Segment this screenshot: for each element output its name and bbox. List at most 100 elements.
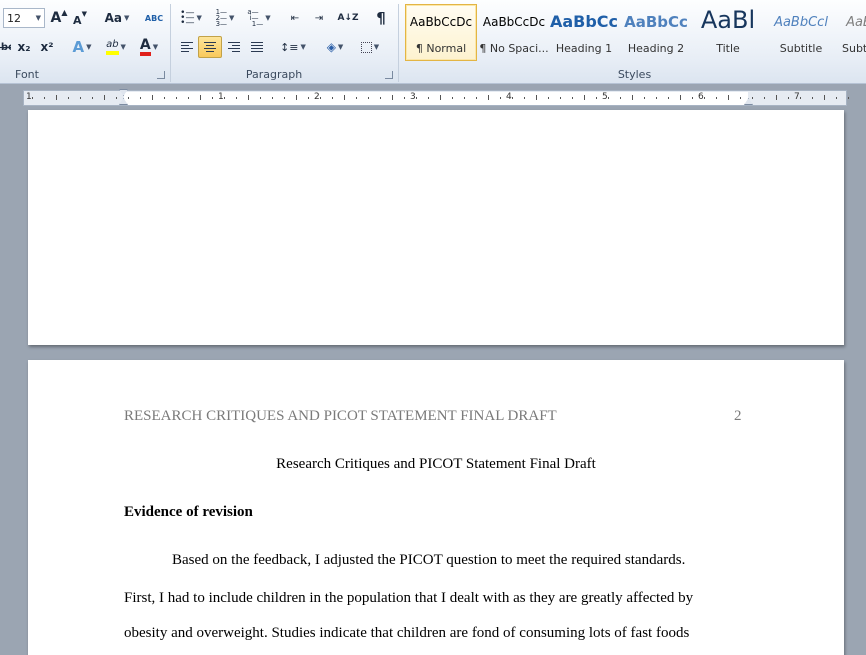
ruler-tick [740,97,741,99]
body-text-line: First, I had to include children in the … [124,590,694,606]
grow-font-button[interactable]: A ▲ [49,7,69,29]
font-dialog-launcher-icon[interactable] [157,71,165,79]
style-title[interactable]: AaBl Title [692,4,764,61]
decrease-indent-icon: ⇤ [290,12,300,24]
ruler-tick [452,97,453,99]
align-right-icon [228,42,240,52]
paragraph-dialog-launcher-icon[interactable] [385,71,393,79]
ruler-tick [644,97,645,99]
ruler-tick [32,97,33,99]
ruler-tick [536,95,537,100]
ruler-tick [488,95,489,100]
style-subtle-emphasis[interactable]: AaBbCcl Subtl [837,4,866,61]
ruler-tick [836,97,837,99]
ruler-tick [584,95,585,100]
ruler-tick [188,97,189,99]
multilevel-list-icon: a— i— 1— [247,8,264,28]
style-no-spacing[interactable]: AaBbCcDc ¶ No Spaci... [478,4,550,61]
ruler-tick [668,97,669,99]
align-left-button[interactable] [176,36,198,58]
text-effects-button[interactable]: A ▼ [68,36,96,58]
ruler-tick [428,97,429,99]
highlighter-icon: ab [106,39,119,55]
document-page[interactable]: RESEARCH CRITIQUES AND PICOT STATEMENT F… [28,360,844,655]
sort-button[interactable]: A↓Z [336,7,360,29]
ruler-number: 3 [410,92,416,102]
horizontal-ruler[interactable]: 1 1 2 3 4 5 6 7 [23,89,849,106]
ruler-tick [296,95,297,100]
subscript-button[interactable]: x₂ [14,36,34,58]
ruler-tick [80,97,81,99]
paint-bucket-icon: ◈ [326,40,336,54]
ruler-tick [716,97,717,99]
ruler-tick [572,97,573,99]
page-number: 2 [734,408,742,424]
change-case-button[interactable]: Aa ▼ [102,7,132,29]
ruler-tick [176,97,177,99]
font-size-value: 12 [7,11,21,25]
multilevel-list-button[interactable]: a— i— 1— ▼ [244,7,274,29]
show-formatting-button[interactable]: ¶ [370,7,392,29]
ruler-tick [116,97,117,99]
ruler-tick [548,97,549,99]
ruler-tick [464,97,465,99]
shading-button[interactable]: ◈ ▼ [320,36,350,58]
ruler-tick [704,97,705,99]
shrink-font-button[interactable]: A ▼ [71,9,89,31]
bullet-list-icon: •— •— •— [180,7,195,28]
ruler-tick [260,97,261,99]
bullets-button[interactable]: •— •— •— ▼ [176,7,206,29]
ruler-tick [164,97,165,99]
divider [170,4,171,82]
strikethrough-button[interactable]: abc [0,36,12,58]
ruler-tick [404,97,405,99]
font-size-box[interactable]: 12 ▼ [3,8,45,28]
document-title: Research Critiques and PICOT Statement F… [276,456,596,472]
highlight-button[interactable]: ab ▼ [100,36,132,58]
align-right-button[interactable] [223,36,245,58]
ruler-tick [848,97,849,99]
ruler-tick [152,95,153,100]
style-normal[interactable]: AaBbCcDc ¶ Normal [405,4,477,61]
align-left-icon [181,42,193,52]
ruler-tick [764,97,765,99]
ruler-number: 2 [314,92,320,102]
ribbon: 12 ▼ A▲ A▼ Aa▼ ABC abc x₂ x² A▼ ab▼ A▼ F… [0,0,866,84]
style-subtitle[interactable]: AaBbCcl Subtitle [765,4,837,61]
ruler-tick [272,97,273,99]
line-spacing-button[interactable]: ↕≡ ▼ [278,36,308,58]
document-page[interactable] [28,110,844,345]
ruler-tick [140,97,141,99]
borders-icon [360,41,372,53]
ruler-tick [380,97,381,99]
ruler-tick [512,97,513,99]
ruler-tick [44,97,45,99]
ruler-tick [320,97,321,99]
font-color-button[interactable]: A ▼ [135,36,163,58]
ruler-tick [356,97,357,99]
style-heading-2[interactable]: AaBbCc Heading 2 [620,4,692,61]
body-text-line: obesity and overweight. Studies indicate… [124,625,690,641]
ruler-tick [632,95,633,100]
ruler-tick [524,97,525,99]
styles-group-label: Styles [617,68,652,81]
ruler-tick [212,97,213,99]
increase-indent-icon: ⇥ [314,12,324,24]
ruler-tick [824,95,825,100]
styles-gallery: AaBbCcDc ¶ Normal AaBbCcDc ¶ No Spaci...… [403,4,866,64]
ruler-tick [776,95,777,100]
ruler-tick [620,97,621,99]
align-center-button[interactable] [198,36,222,58]
ruler-tick [500,97,501,99]
decrease-indent-button[interactable]: ⇤ [284,7,306,29]
align-center-icon [204,42,216,52]
borders-button[interactable]: ▼ [355,36,385,58]
superscript-button[interactable]: x² [37,36,57,58]
style-heading-1[interactable]: AaBbCc Heading 1 [548,4,620,61]
ruler-tick [812,97,813,99]
justify-button[interactable] [246,36,268,58]
font-color-icon: A [139,38,151,56]
numbering-button[interactable]: 1— 2— 3— ▼ [210,7,240,29]
clear-formatting-button[interactable]: ABC [143,7,165,29]
increase-indent-button[interactable]: ⇥ [308,7,330,29]
